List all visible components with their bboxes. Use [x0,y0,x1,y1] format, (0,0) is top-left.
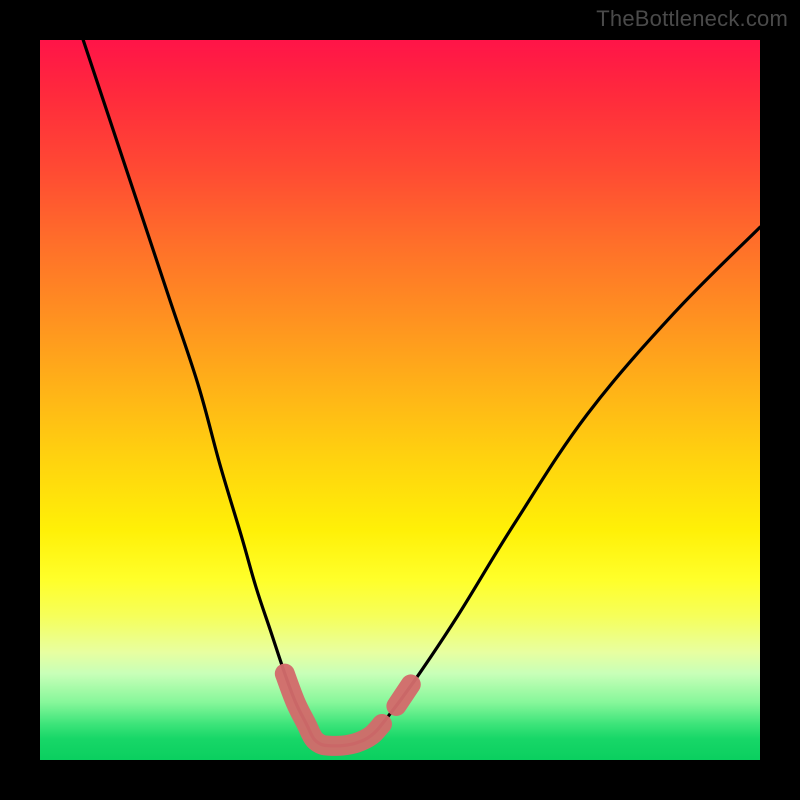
right-highlight-dot [396,684,410,706]
plot-area [40,40,760,760]
attribution-text: TheBottleneck.com [596,6,788,32]
bottleneck-curve [83,40,760,746]
chart-frame: TheBottleneck.com [0,0,800,800]
curve-layer [40,40,760,760]
bottom-highlight [285,674,382,746]
